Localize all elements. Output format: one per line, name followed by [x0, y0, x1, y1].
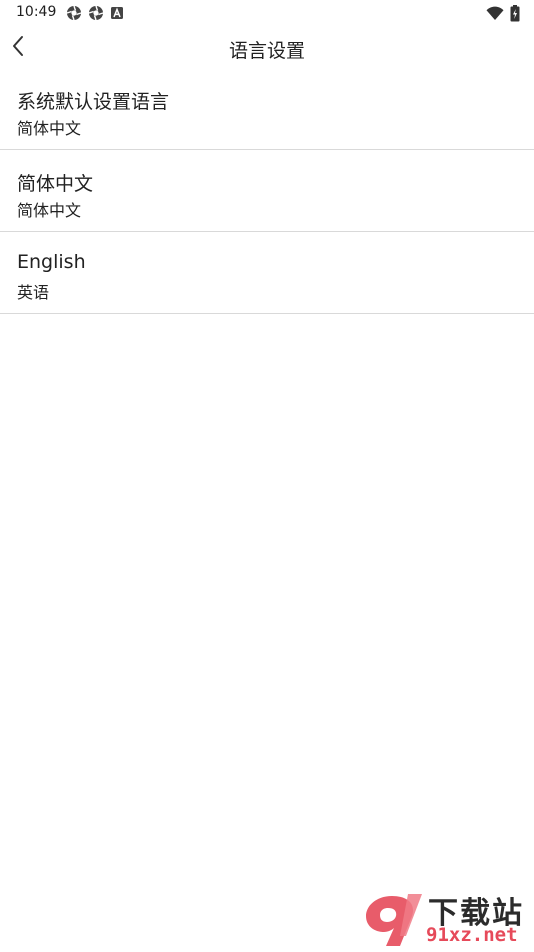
status-icons-left [66, 5, 124, 21]
language-item-system-default[interactable]: 系统默认设置语言 简体中文 [0, 68, 534, 150]
wifi-icon [486, 6, 504, 21]
a-box-icon [110, 6, 124, 20]
language-item-simplified-chinese[interactable]: 简体中文 简体中文 [0, 150, 534, 232]
language-item-title: English [17, 251, 86, 273]
status-time: 10:49 [16, 4, 57, 20]
status-bar: 10:49 [0, 0, 534, 28]
aperture-icon [88, 5, 104, 21]
watermark-url: 91xz.net [426, 924, 518, 946]
language-item-subtitle: 简体中文 [17, 201, 82, 220]
page-title: 语言设置 [228, 40, 305, 62]
aperture-icon [66, 5, 82, 21]
battery-icon [510, 5, 520, 22]
language-item-title: 简体中文 [17, 173, 94, 195]
language-item-subtitle: 英语 [17, 283, 50, 302]
language-item-english[interactable]: English 英语 [0, 232, 534, 314]
watermark: 下载站 91xz.net [362, 888, 534, 950]
watermark-logo-icon [362, 890, 426, 952]
language-item-title: 系统默认设置语言 [17, 91, 170, 113]
app-bar: 语言设置 [0, 28, 534, 68]
language-list: 系统默认设置语言 简体中文 简体中文 简体中文 English 英语 [0, 68, 534, 314]
status-icons-right [486, 5, 520, 22]
language-item-subtitle: 简体中文 [17, 119, 82, 138]
